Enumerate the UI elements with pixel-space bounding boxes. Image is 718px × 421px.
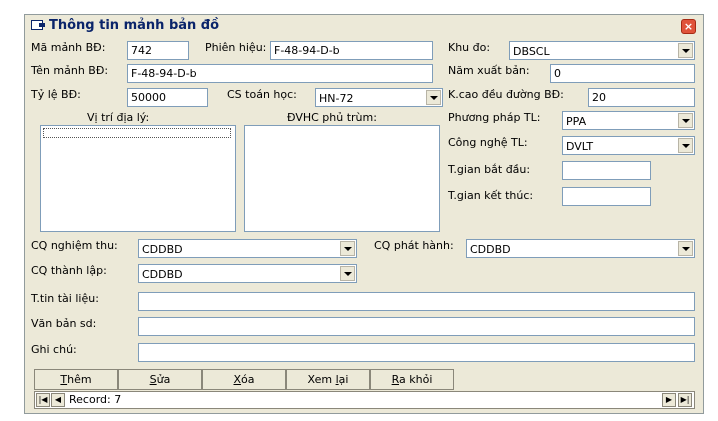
van-ban-label: Văn bản sd: [31, 317, 97, 330]
ma-manh-label: Mã mảnh BĐ: [31, 41, 106, 54]
cs-toan-hoc-combo[interactable]: HN-72 [315, 88, 443, 107]
exit-hotkey: R [391, 373, 400, 386]
van-ban-field[interactable] [138, 317, 695, 336]
tg-ket-thuc-label: T.gian kết thúc: [448, 189, 534, 202]
exit-label: a khỏi [399, 373, 433, 386]
chevron-down-icon[interactable] [340, 266, 355, 281]
vi-tri-label: Vị trí địa lý: [87, 111, 150, 124]
khu-do-combo[interactable]: DBSCL [509, 41, 695, 60]
ghi-chu-field[interactable] [138, 343, 695, 362]
cq-phat-hanh-value: CDDBD [470, 243, 511, 256]
ty-le-field[interactable]: 50000 [127, 88, 208, 107]
cq-phat-hanh-combo[interactable]: CDDBD [466, 239, 695, 258]
review-button[interactable]: Xem lại [286, 369, 370, 390]
phuong-phap-value: PPA [566, 115, 587, 128]
ten-manh-field[interactable]: F-48-94-D-b [127, 64, 433, 83]
phuong-phap-combo[interactable]: PPA [562, 111, 695, 130]
cq-phat-hanh-label: CQ phát hành: [374, 239, 454, 252]
nam-xb-field[interactable]: 0 [550, 64, 695, 83]
phien-hieu-field[interactable]: F-48-94-D-b [270, 41, 433, 60]
cong-nghe-value: DVLT [566, 140, 594, 153]
cq-thanh-lap-value: CDDBD [142, 268, 183, 281]
chevron-down-icon[interactable] [678, 113, 693, 128]
map-sheet-info-window: Thông tin mảnh bản đồ × Mã mảnh BĐ: 742 … [24, 14, 704, 414]
kcao-label: K.cao đều đường BĐ: [448, 88, 564, 101]
window-title: Thông tin mảnh bản đồ [49, 18, 220, 33]
cq-thanh-lap-combo[interactable]: CDDBD [138, 264, 357, 283]
cs-toan-hoc-label: CS toán học: [227, 88, 297, 101]
delete-label: óa [241, 373, 255, 386]
review-label: ại [338, 373, 349, 386]
prev-record-button[interactable]: ◀ [51, 393, 65, 407]
dvhc-listbox[interactable] [244, 125, 440, 232]
phien-hieu-label: Phiên hiệu: [205, 41, 267, 54]
chevron-down-icon[interactable] [678, 43, 693, 58]
chevron-down-icon[interactable] [426, 90, 441, 105]
cong-nghe-combo[interactable]: DVLT [562, 136, 695, 155]
ty-le-label: Tỷ lệ BĐ: [31, 88, 81, 101]
khu-do-label: Khu đo: [448, 41, 491, 54]
cq-nghiem-thu-combo[interactable]: CDDBD [138, 239, 357, 258]
record-indicator: Record: 7 [69, 393, 122, 406]
edit-button[interactable]: Sửa [118, 369, 202, 390]
last-record-button[interactable]: ▶| [678, 393, 692, 407]
tg-bat-dau-field[interactable] [562, 161, 651, 180]
tg-ket-thuc-field[interactable] [562, 187, 651, 206]
edit-label: ửa [156, 373, 171, 386]
add-button[interactable]: Thêm [34, 369, 118, 390]
chevron-down-icon[interactable] [340, 241, 355, 256]
cq-nghiem-thu-value: CDDBD [142, 243, 183, 256]
tg-bat-dau-label: T.gian bắt đầu: [448, 163, 531, 176]
next-record-button[interactable]: ▶ [662, 393, 676, 407]
dvhc-label: ĐVHC phủ trùm: [287, 111, 377, 124]
ttin-tai-lieu-field[interactable] [138, 292, 695, 311]
exit-button[interactable]: Ra khỏi [370, 369, 454, 390]
cs-toan-hoc-value: HN-72 [319, 92, 354, 105]
review-label-pre: Xem [307, 373, 336, 386]
khu-do-value: DBSCL [513, 45, 550, 58]
ttin-tai-lieu-label: T.tin tài liệu: [31, 292, 99, 305]
kcao-field[interactable]: 20 [588, 88, 695, 107]
chevron-down-icon[interactable] [678, 138, 693, 153]
phuong-phap-label: Phương pháp TL: [448, 111, 541, 124]
title-bar: Thông tin mảnh bản đồ × [25, 15, 703, 37]
app-icon [31, 20, 45, 30]
cong-nghe-label: Công nghệ TL: [448, 136, 528, 149]
delete-hotkey: X [233, 373, 242, 386]
ten-manh-label: Tên mảnh BĐ: [31, 64, 109, 77]
listbox-focus-row [43, 128, 231, 138]
ghi-chu-label: Ghi chú: [31, 343, 77, 356]
nam-xb-label: Năm xuất bản: [448, 64, 530, 77]
add-label: hêm [67, 373, 92, 386]
record-navigator: |◀ ◀ Record: 7 ▶ ▶| [34, 391, 695, 409]
close-button[interactable]: × [681, 19, 696, 34]
edit-hotkey: S [149, 373, 157, 386]
chevron-down-icon[interactable] [678, 241, 693, 256]
first-record-button[interactable]: |◀ [36, 393, 50, 407]
cq-nghiem-thu-label: CQ nghiệm thu: [31, 239, 118, 252]
ma-manh-field[interactable]: 742 [127, 41, 189, 60]
vi-tri-listbox[interactable] [40, 125, 236, 232]
delete-button[interactable]: Xóa [202, 369, 286, 390]
cq-thanh-lap-label: CQ thành lập: [31, 264, 107, 277]
